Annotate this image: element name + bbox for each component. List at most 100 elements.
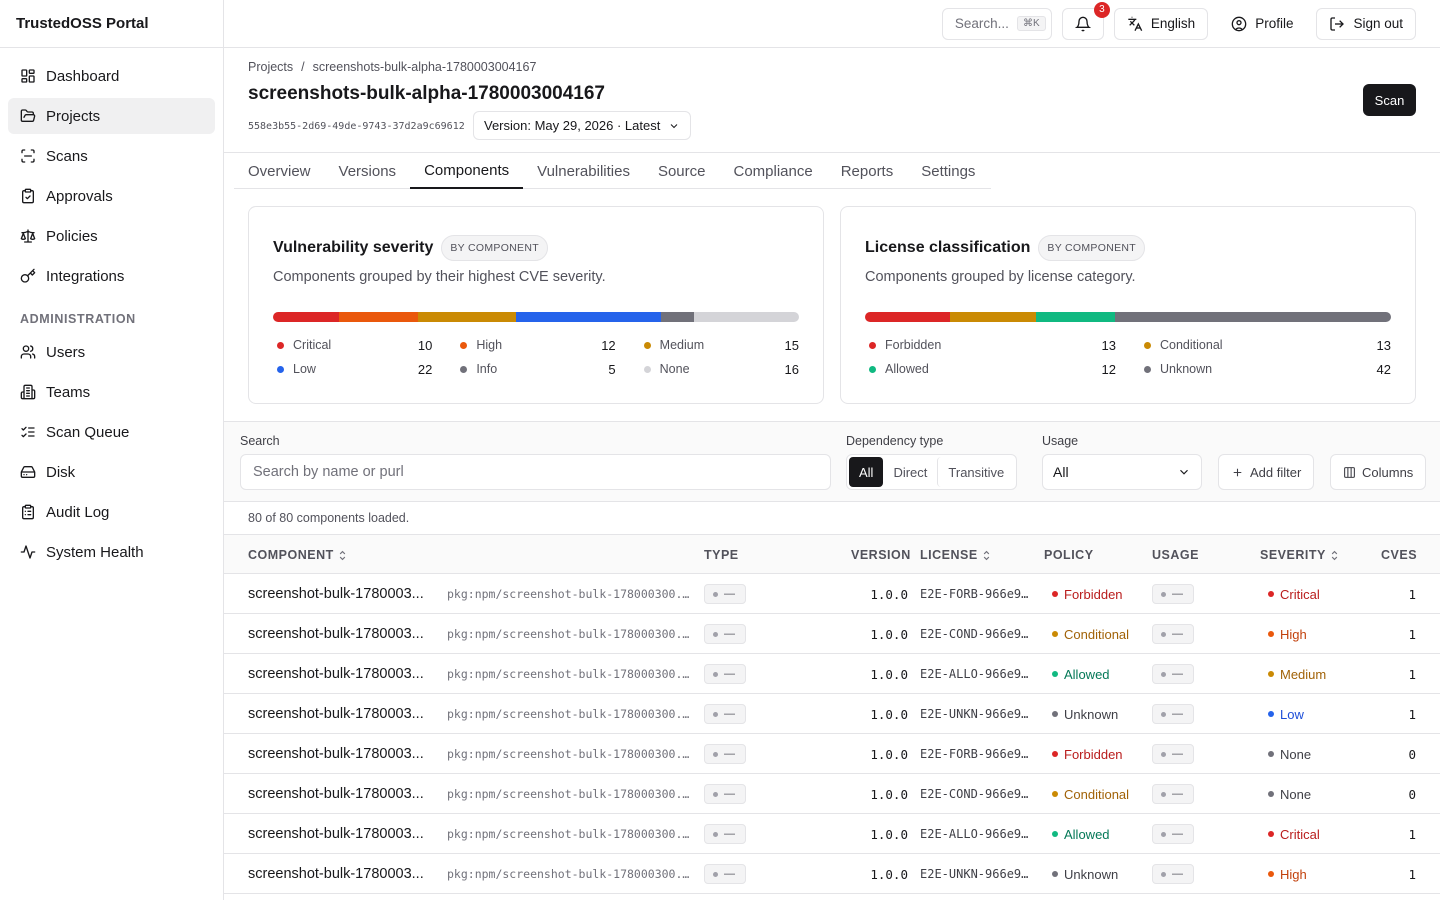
legend-dot (277, 365, 284, 373)
column-header-usage: USAGE (1152, 548, 1199, 562)
component-purl: pkg:npm/screenshot-bulk-178000300... (447, 587, 690, 601)
status-dot (1161, 671, 1166, 677)
column-header-cves: CVES (1381, 548, 1418, 562)
tab-overview[interactable]: Overview (234, 153, 325, 189)
version-select[interactable]: Version: May 29, 2026 · Latest (473, 111, 692, 140)
tab-vulnerabilities[interactable]: Vulnerabilities (523, 153, 644, 189)
sidebar-nav: Dashboard Projects Scans Approvals Policies I… (0, 48, 223, 584)
bar-segment-unknown (1114, 312, 1391, 322)
component-search-input[interactable] (240, 454, 831, 490)
tab-components[interactable]: Components (410, 153, 524, 189)
building-icon (20, 384, 36, 400)
columns-button[interactable]: Columns (1330, 454, 1427, 490)
scan-button[interactable]: Scan (1363, 84, 1416, 116)
tab-reports[interactable]: Reports (827, 153, 908, 189)
license-distribution-bar (865, 312, 1391, 322)
component-name[interactable]: screenshot-bulk-1780003... (248, 614, 435, 654)
table-row[interactable]: screenshot-bulk-1780003... pkg:npm/screen… (224, 814, 1440, 854)
global-search-button[interactable]: Search... ⌘K (941, 7, 1052, 40)
status-dot (713, 831, 718, 837)
severity-value: None (1280, 786, 1312, 802)
tab-versions[interactable]: Versions (325, 153, 411, 189)
policy-cell: Forbidden (1052, 574, 1123, 614)
status-dot (713, 631, 718, 637)
sign-out-button[interactable]: Sign out (1316, 7, 1416, 40)
usage-cell: — (1152, 854, 1194, 894)
sign-out-label: Sign out (1353, 16, 1403, 31)
type-value: — (724, 668, 735, 680)
usage-label: Usage (1042, 434, 1079, 448)
tab-source[interactable]: Source (644, 153, 720, 189)
sort-icon (983, 550, 989, 560)
table-row[interactable]: screenshot-bulk-1780003... pkg:npm/screen… (224, 854, 1440, 894)
type-cell: — (704, 814, 746, 854)
hard-drive-icon (20, 466, 36, 478)
table-row[interactable]: screenshot-bulk-1780003... pkg:npm/screen… (224, 734, 1440, 774)
severity-cell: Critical (1268, 574, 1320, 614)
sidebar-item-audit-log[interactable]: Audit Log (8, 494, 215, 530)
component-name[interactable]: screenshot-bulk-1780003... (248, 654, 435, 694)
column-header-license[interactable]: LICENSE (920, 535, 991, 575)
table-row[interactable]: screenshot-bulk-1780003... pkg:npm/screen… (224, 654, 1440, 694)
component-name[interactable]: screenshot-bulk-1780003... (248, 854, 435, 894)
column-header-severity[interactable]: SEVERITY (1260, 535, 1339, 575)
usage-value: — (1172, 828, 1183, 840)
component-name[interactable]: screenshot-bulk-1780003... (248, 734, 435, 774)
usage-select[interactable]: All (1042, 454, 1202, 490)
columns-icon (1344, 466, 1355, 478)
tab-settings[interactable]: Settings (907, 153, 989, 189)
sidebar-item-teams[interactable]: Teams (8, 374, 215, 410)
component-name[interactable]: screenshot-bulk-1780003... (248, 814, 435, 854)
plus-icon (1233, 468, 1242, 476)
dependency-type-all[interactable]: All (849, 457, 884, 487)
table-row[interactable]: screenshot-bulk-1780003... pkg:npm/screen… (224, 574, 1440, 614)
component-purl: pkg:npm/screenshot-bulk-178000300... (447, 787, 690, 801)
notifications-button[interactable]: 3 (1061, 1, 1110, 40)
table-row[interactable]: screenshot-bulk-1780003... pkg:npm/screen… (224, 774, 1440, 814)
type-chip: — (704, 584, 746, 604)
topbar: Search... ⌘K 3 English Profile Sign out (224, 0, 1440, 48)
sidebar-item-system-health[interactable]: System Health (8, 534, 215, 570)
license-cell: E2E-FORB-966e9... (920, 747, 1030, 761)
sidebar-item-scans[interactable]: Scans (8, 138, 215, 174)
component-name[interactable]: screenshot-bulk-1780003... (248, 694, 435, 734)
sort-icon (339, 550, 345, 560)
license-cell: E2E-UNKN-966e9... (920, 707, 1030, 721)
component-name[interactable]: screenshot-bulk-1780003... (248, 774, 435, 814)
severity-cell: None (1268, 734, 1311, 774)
cve-count-cell: 1 (1408, 706, 1416, 722)
sidebar-item-dashboard[interactable]: Dashboard (8, 58, 215, 94)
component-name[interactable]: screenshot-bulk-1780003... (248, 574, 435, 614)
language-button[interactable]: English (1113, 7, 1209, 40)
version-cell: 1.0.0 (870, 706, 908, 722)
severity-cell: High (1268, 854, 1307, 894)
severity-dot (1268, 631, 1274, 637)
legend-label: Info (476, 362, 498, 376)
sidebar-item-label: Users (46, 343, 86, 361)
breadcrumb-separator: / (301, 60, 305, 74)
sidebar-item-approvals[interactable]: Approvals (8, 178, 215, 214)
sidebar-item-users[interactable]: Users (8, 334, 215, 370)
sidebar-item-disk[interactable]: Disk (8, 454, 215, 490)
sidebar-item-integrations[interactable]: Integrations (8, 258, 215, 294)
column-header-component[interactable]: COMPONENT (248, 535, 347, 575)
sidebar-item-policies[interactable]: Policies (8, 218, 215, 254)
profile-button[interactable]: Profile (1218, 7, 1307, 40)
dependency-type-direct[interactable]: Direct (883, 457, 937, 487)
sidebar-item-projects[interactable]: Projects (8, 98, 215, 134)
legend-count: 16 (784, 361, 799, 377)
tab-compliance[interactable]: Compliance (719, 153, 826, 189)
key-icon (20, 268, 36, 283)
usage-chip: — (1152, 864, 1194, 884)
type-cell: — (704, 654, 746, 694)
clipboard-list-icon (22, 504, 34, 520)
legend-dot (869, 341, 876, 349)
sidebar-item-scan-queue[interactable]: Scan Queue (8, 414, 215, 450)
table-row[interactable]: screenshot-bulk-1780003... pkg:npm/screen… (224, 694, 1440, 734)
profile-label: Profile (1255, 16, 1294, 31)
dependency-type-transitive[interactable]: Transitive (937, 457, 1014, 487)
add-filter-button[interactable]: Add filter (1218, 454, 1315, 490)
usage-cell: — (1152, 654, 1194, 694)
breadcrumb-projects-link[interactable]: Projects (248, 60, 293, 74)
table-row[interactable]: screenshot-bulk-1780003... pkg:npm/screen… (224, 614, 1440, 654)
